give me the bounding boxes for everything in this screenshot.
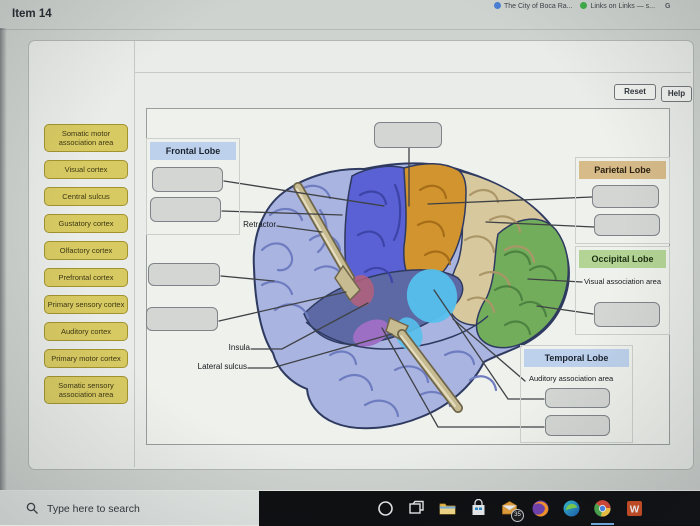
bookmark-link[interactable]: Links on Links — s... <box>590 3 655 10</box>
divider <box>0 29 700 30</box>
edge-icon[interactable] <box>562 499 581 518</box>
insula-label: Insula <box>228 343 250 352</box>
reset-button[interactable]: Reset <box>614 84 656 100</box>
auditory-association-label: Auditory association area <box>529 374 614 383</box>
mail-icon[interactable]: 35 <box>500 499 524 522</box>
drop-target-frontal-2[interactable] <box>150 197 221 222</box>
word-bank-item[interactable]: Somatic motor association area <box>44 124 128 152</box>
drop-target-parietal-1[interactable] <box>592 185 659 208</box>
taskbar: Type here to search 35 W <box>0 490 700 526</box>
search-placeholder: Type here to search <box>47 502 140 515</box>
file-explorer-icon[interactable] <box>438 499 457 518</box>
drop-target-frontal-1[interactable] <box>152 167 223 192</box>
svg-text:W: W <box>630 505 640 516</box>
lateral-sulcus-label: Lateral sulcus <box>197 362 247 371</box>
search-icon <box>26 502 38 514</box>
frontal-lobe-header: Frontal Lobe <box>150 142 236 160</box>
word-bank-item[interactable]: Somatic sensory association area <box>44 376 128 404</box>
word-bank-item[interactable]: Visual cortex <box>44 160 128 179</box>
divider <box>134 72 691 73</box>
word-bank-item[interactable]: Prefrontal cortex <box>44 268 128 287</box>
bookmarks-bar: The City of Boca Ra... Links on Links — … <box>488 2 698 16</box>
drop-target-left-1[interactable] <box>148 263 220 286</box>
divider <box>134 41 135 467</box>
drop-target-temporal-1[interactable] <box>545 388 610 408</box>
chrome-icon[interactable] <box>591 499 614 525</box>
temporal-lobe-header: Temporal Lobe <box>524 349 629 367</box>
word-bank-item[interactable]: Central sulcus <box>44 187 128 206</box>
word-bank: Somatic motor association area Visual cor… <box>44 124 128 404</box>
parietal-lobe-header: Parietal Lobe <box>579 161 666 179</box>
screen: The City of Boca Ra... Links on Links — … <box>0 0 700 526</box>
firefox-icon[interactable] <box>531 499 550 518</box>
word-bank-item[interactable]: Auditory cortex <box>44 322 128 341</box>
word-bank-item[interactable]: Gustatory cortex <box>44 214 128 233</box>
bookmark-favicon <box>580 2 588 9</box>
cortana-icon[interactable] <box>376 499 395 518</box>
word-bank-item[interactable]: Olfactory cortex <box>44 241 128 260</box>
occipital-lobe-header: Occipital Lobe <box>579 250 666 268</box>
word-icon[interactable]: W <box>625 499 644 518</box>
help-button[interactable]: Help <box>661 86 692 102</box>
taskbar-search[interactable]: Type here to search <box>0 491 259 526</box>
google-favicon[interactable]: G <box>665 3 670 10</box>
bookmark-link[interactable]: The City of Boca Ra... <box>504 3 572 10</box>
drop-target-temporal-2[interactable] <box>545 415 610 436</box>
drop-target-parietal-2[interactable] <box>594 214 660 236</box>
microsoft-store-icon[interactable] <box>469 498 488 518</box>
word-bank-item[interactable]: Primary sensory cortex <box>44 295 128 314</box>
drop-target-top[interactable] <box>374 122 442 148</box>
drop-target-left-2[interactable] <box>146 307 218 331</box>
word-bank-item[interactable]: Primary motor cortex <box>44 349 128 368</box>
visual-association-label: Visual association area <box>584 277 661 286</box>
task-view-icon[interactable] <box>407 499 426 518</box>
item-title: Item 14 <box>12 8 52 20</box>
mail-badge: 35 <box>511 509 524 522</box>
retractor-label: Retractor <box>243 220 276 229</box>
bookmark-favicon <box>494 2 501 9</box>
drop-target-occipital-1[interactable] <box>594 302 660 327</box>
